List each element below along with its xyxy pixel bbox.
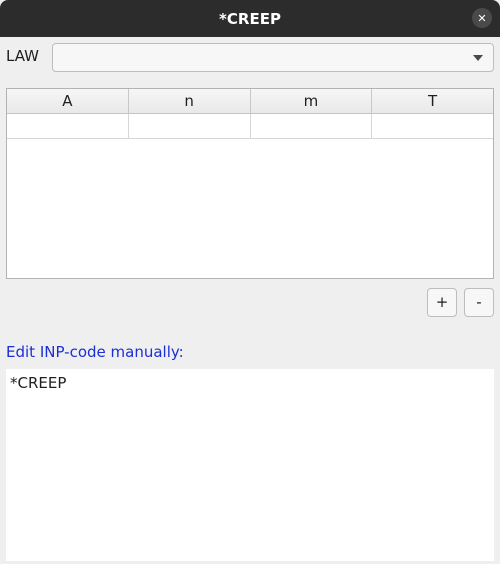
table-header: A n m T <box>7 89 493 114</box>
chevron-down-icon <box>473 55 483 61</box>
window-title: *CREEP <box>219 9 281 28</box>
column-header-m[interactable]: m <box>251 89 373 113</box>
add-row-button[interactable]: + <box>427 288 457 317</box>
table-cell-a[interactable] <box>7 114 129 138</box>
creep-dialog: *CREEP ✕ LAW A n m T + - Edit INP-code m… <box>0 0 500 564</box>
close-button[interactable]: ✕ <box>472 8 492 28</box>
table-cell-n[interactable] <box>129 114 251 138</box>
law-label: LAW <box>6 47 39 65</box>
title-bar[interactable]: *CREEP ✕ <box>0 0 500 37</box>
inp-code-editor[interactable]: *CREEP <box>6 369 494 561</box>
remove-row-button[interactable]: - <box>464 288 494 317</box>
table-cell-m[interactable] <box>251 114 373 138</box>
law-dropdown[interactable] <box>52 43 494 72</box>
table-row <box>7 114 493 139</box>
column-header-t[interactable]: T <box>372 89 493 113</box>
creep-parameters-table: A n m T <box>6 88 494 279</box>
column-header-n[interactable]: n <box>129 89 251 113</box>
close-icon: ✕ <box>477 11 487 25</box>
column-header-a[interactable]: A <box>7 89 129 113</box>
table-cell-t[interactable] <box>372 114 493 138</box>
edit-inp-code-label: Edit INP-code manually: <box>6 343 184 361</box>
